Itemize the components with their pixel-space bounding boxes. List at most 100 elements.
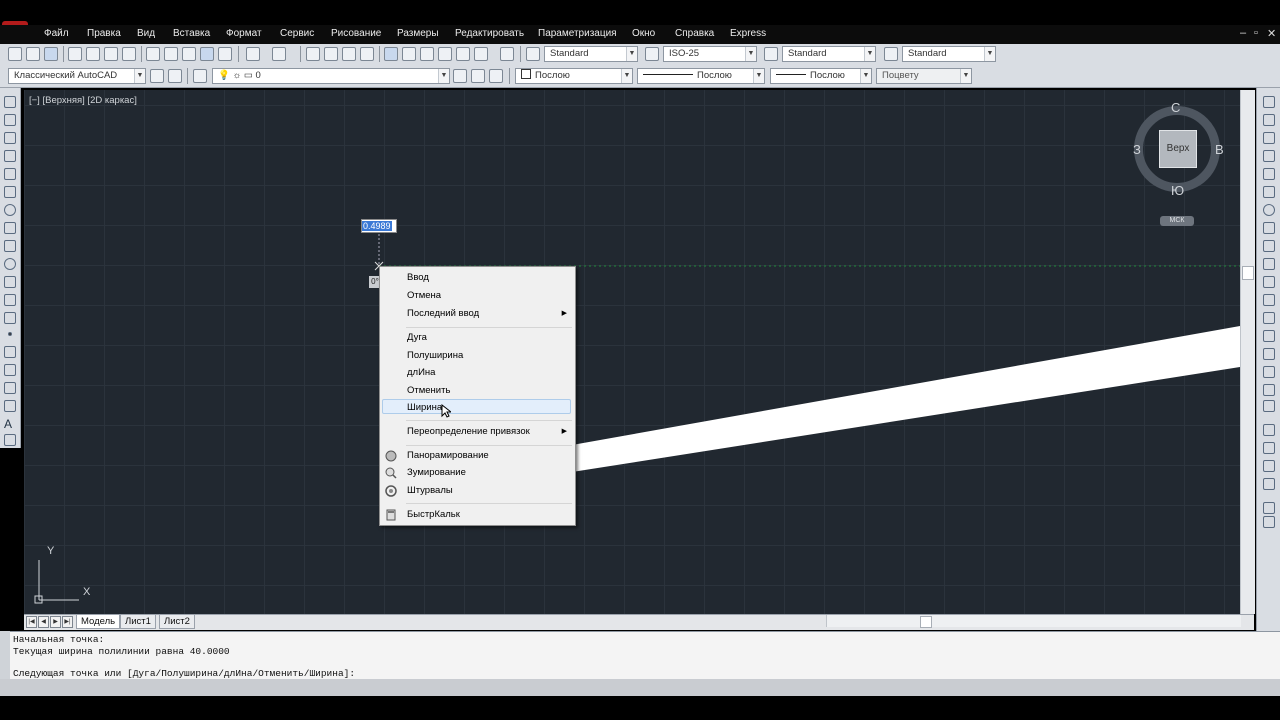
horizontal-scroll-thumb[interactable] xyxy=(920,616,932,628)
join-icon[interactable] xyxy=(1263,330,1275,342)
next-tab-icon[interactable]: ▶ xyxy=(50,616,61,628)
spline-icon[interactable] xyxy=(4,240,16,252)
zoom-realtime-icon[interactable] xyxy=(324,47,338,61)
menu-item-snap-overrides[interactable]: Переопределение привязок xyxy=(407,426,530,437)
lineweight-select[interactable]: Послою ▼ xyxy=(770,68,872,84)
menu-item-enter[interactable]: Ввод xyxy=(407,272,429,283)
tab-layout1[interactable]: Лист1 xyxy=(120,615,156,629)
copy-object-icon[interactable] xyxy=(1263,114,1275,126)
layer-select[interactable]: 💡 ☼ ▭ 0 ▼ xyxy=(212,68,450,84)
ellipse-arc-icon[interactable] xyxy=(4,276,16,288)
match-properties-icon[interactable] xyxy=(200,47,214,61)
help-icon[interactable] xyxy=(500,47,514,61)
menu-item-steeringwheels[interactable]: Штурвалы xyxy=(407,485,453,496)
explode-icon[interactable] xyxy=(1263,400,1275,412)
copy-icon[interactable] xyxy=(164,47,178,61)
viewcube-east-label[interactable]: В xyxy=(1215,142,1224,157)
paste-icon[interactable] xyxy=(182,47,196,61)
mleader-style-select[interactable]: Standard ▼ xyxy=(902,46,996,62)
viewport-controls-label[interactable]: [−] [Верхняя] [2D каркас] xyxy=(29,95,137,106)
vertical-scroll-thumb[interactable] xyxy=(1242,266,1254,280)
draworder-above-icon[interactable] xyxy=(1263,460,1275,472)
viewcube-west-label[interactable]: З xyxy=(1133,142,1141,157)
close-icon[interactable]: ✕ xyxy=(1267,27,1276,40)
move-icon[interactable] xyxy=(1263,186,1275,198)
menu-tools[interactable]: Сервис xyxy=(280,28,314,39)
zoom-previous-icon[interactable] xyxy=(360,47,374,61)
menu-file[interactable]: Файл xyxy=(44,28,69,39)
menu-item-zoom[interactable]: Зумирование xyxy=(407,467,466,478)
open-icon[interactable] xyxy=(26,47,40,61)
menu-express[interactable]: Express xyxy=(730,28,766,39)
break-icon[interactable] xyxy=(1263,312,1275,324)
draworder-back-icon[interactable] xyxy=(1263,442,1275,454)
menu-dimension[interactable]: Размеры xyxy=(397,28,439,39)
linetype-select[interactable]: Послою ▼ xyxy=(637,68,765,84)
erase-icon[interactable] xyxy=(1263,96,1275,108)
3d-dwf-icon[interactable] xyxy=(122,47,136,61)
menu-draw[interactable]: Рисование xyxy=(331,28,381,39)
new-icon[interactable] xyxy=(8,47,22,61)
layer-properties-icon[interactable] xyxy=(193,69,207,83)
viewcube-top-face[interactable]: Верх xyxy=(1159,130,1197,168)
line-icon[interactable] xyxy=(4,96,16,108)
tool-palettes-icon[interactable] xyxy=(420,47,434,61)
rotate-icon[interactable] xyxy=(1263,204,1275,216)
tab-layout2[interactable]: Лист2 xyxy=(159,615,195,629)
break-at-point-icon[interactable] xyxy=(1263,294,1275,306)
markup-icon[interactable] xyxy=(456,47,470,61)
redo-icon[interactable] xyxy=(272,47,286,61)
workspace-select[interactable]: Классический AutoCAD ▼ xyxy=(8,68,146,84)
pan-realtime-icon[interactable] xyxy=(306,47,320,61)
array-icon[interactable] xyxy=(1263,168,1275,180)
hatch-icon[interactable] xyxy=(4,346,16,358)
insert-block-icon[interactable] xyxy=(4,294,16,306)
menu-item-halfwidth[interactable]: Полуширина xyxy=(407,350,463,361)
vertical-scrollbar[interactable] xyxy=(1240,90,1255,614)
color-select[interactable]: Послою ▼ xyxy=(515,68,633,84)
plot-preview-icon[interactable] xyxy=(86,47,100,61)
customize-icon[interactable] xyxy=(168,69,182,83)
make-current-layer-icon[interactable] xyxy=(453,69,467,83)
menu-item-cancel[interactable]: Отмена xyxy=(407,290,441,301)
draworder-under-icon[interactable] xyxy=(1263,478,1275,490)
ellipse-icon[interactable] xyxy=(4,258,16,270)
gradient-icon[interactable] xyxy=(4,364,16,376)
dim-style-select[interactable]: ISO-25 ▼ xyxy=(663,46,757,62)
menu-modify[interactable]: Редактировать xyxy=(455,28,524,39)
menu-insert[interactable]: Вставка xyxy=(173,28,210,39)
save-icon[interactable] xyxy=(44,47,58,61)
table-style-select[interactable]: Standard ▼ xyxy=(782,46,876,62)
block-editor-icon[interactable] xyxy=(218,47,232,61)
rectangle-icon[interactable] xyxy=(4,168,16,180)
ucs-menu-button[interactable]: МСК xyxy=(1160,216,1194,226)
command-prompt[interactable]: Следующая точка или [Дуга/Полуширина/длИ… xyxy=(13,668,355,679)
trim-icon[interactable] xyxy=(1263,258,1275,270)
plot-icon[interactable] xyxy=(68,47,82,61)
chamfer-icon[interactable] xyxy=(1263,348,1275,360)
tab-model[interactable]: Модель xyxy=(76,615,121,629)
text-style-icon[interactable] xyxy=(526,47,540,61)
menu-item-arc[interactable]: Дуга xyxy=(407,332,427,343)
drawing-canvas[interactable]: Y X 0.4989 0° Верх С Ю З В МСК xyxy=(24,90,1240,614)
region-icon[interactable] xyxy=(4,382,16,394)
arc-icon[interactable] xyxy=(4,186,16,198)
draworder-front-icon[interactable] xyxy=(1263,424,1275,436)
workspace-settings-icon[interactable] xyxy=(150,69,164,83)
text-to-front-icon[interactable] xyxy=(1263,502,1275,514)
mirror-icon[interactable] xyxy=(1263,132,1275,144)
hatch-to-back-icon[interactable] xyxy=(1263,516,1275,528)
minimize-icon[interactable]: – xyxy=(1240,27,1246,39)
extend-icon[interactable] xyxy=(1263,276,1275,288)
blend-curves-icon[interactable] xyxy=(1263,384,1275,396)
first-tab-icon[interactable]: |◀ xyxy=(26,616,37,628)
publish-icon[interactable] xyxy=(104,47,118,61)
sheet-set-icon[interactable] xyxy=(438,47,452,61)
text-style-select[interactable]: Standard ▼ xyxy=(544,46,638,62)
command-window-grip[interactable] xyxy=(0,631,10,679)
menu-item-pan[interactable]: Панорамирование xyxy=(407,450,489,461)
make-block-icon[interactable] xyxy=(4,312,16,324)
restore-icon[interactable]: ▫ xyxy=(1254,27,1258,39)
offset-icon[interactable] xyxy=(1263,150,1275,162)
viewcube-south-label[interactable]: Ю xyxy=(1171,183,1184,198)
